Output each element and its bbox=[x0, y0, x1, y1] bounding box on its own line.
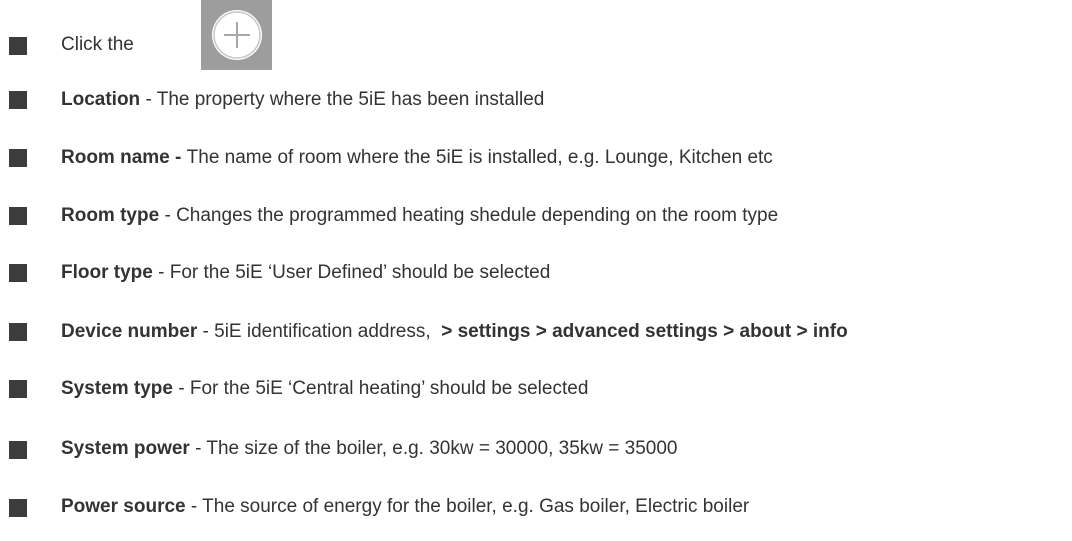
intro-text: Click the bbox=[61, 34, 134, 55]
item-desc: The source of energy for the boiler, e.g… bbox=[202, 496, 750, 517]
settings-path: > settings > advanced settings > about >… bbox=[441, 321, 848, 342]
item-sep: - bbox=[197, 321, 215, 342]
bullet-square bbox=[9, 207, 27, 225]
item-term: Room name bbox=[61, 147, 170, 168]
plus-circle-icon bbox=[211, 10, 262, 60]
bullet-square bbox=[9, 37, 27, 55]
bullet-square bbox=[9, 149, 27, 167]
bullet-square bbox=[9, 91, 27, 109]
item-desc: Changes the programmed heating shedule d… bbox=[176, 205, 779, 226]
bullet-square bbox=[9, 264, 27, 282]
list-item-location: Location - The property where the 5iE ha… bbox=[61, 88, 544, 112]
list-item-power-source: Power source - The source of energy for … bbox=[61, 495, 749, 519]
item-sep: - bbox=[140, 89, 157, 110]
item-desc: For the 5iE ‘User Defined’ should be sel… bbox=[169, 262, 551, 283]
item-term: System power bbox=[61, 438, 190, 459]
item-term: Device number bbox=[61, 321, 198, 342]
bullet-square bbox=[9, 499, 27, 517]
item-desc: 5iE identification address, bbox=[214, 321, 431, 342]
item-desc: For the 5iE ‘Central heating’ should be … bbox=[189, 378, 589, 399]
item-term: Floor type bbox=[61, 262, 153, 283]
item-term: Location bbox=[61, 89, 141, 110]
bullet-square bbox=[9, 323, 27, 341]
list-item-room-name: Room name - The name of room where the 5… bbox=[61, 146, 773, 170]
bullet-square bbox=[9, 441, 27, 459]
item-sep: - bbox=[169, 147, 187, 168]
list-item-floor-type: Floor type - For the 5iE ‘User Defined’ … bbox=[61, 261, 550, 285]
list-item-room-type: Room type - Changes the programmed heati… bbox=[61, 204, 778, 228]
item-sep: - bbox=[185, 496, 203, 517]
item-desc: The size of the boiler, e.g. 30kw = 3000… bbox=[206, 438, 678, 459]
add-button[interactable] bbox=[201, 0, 272, 70]
item-desc: The name of room where the 5iE is instal… bbox=[186, 147, 773, 168]
list-item-system-type: System type - For the 5iE ‘Central heati… bbox=[61, 377, 588, 401]
bullet-square bbox=[9, 380, 27, 398]
item-sep: - bbox=[172, 378, 190, 399]
item-term: System type bbox=[61, 378, 173, 399]
list-item-device-number: Device number - 5iE identification addre… bbox=[61, 320, 848, 344]
list-item-system-power: System power - The size of the boiler, e… bbox=[61, 437, 677, 461]
item-term: Room type bbox=[61, 205, 160, 226]
item-sep: - bbox=[152, 262, 170, 283]
item-term: Power source bbox=[61, 496, 186, 517]
item-sep: - bbox=[159, 205, 177, 226]
item-desc: The property where the 5iE has been inst… bbox=[156, 89, 545, 110]
item-sep: - bbox=[189, 438, 207, 459]
